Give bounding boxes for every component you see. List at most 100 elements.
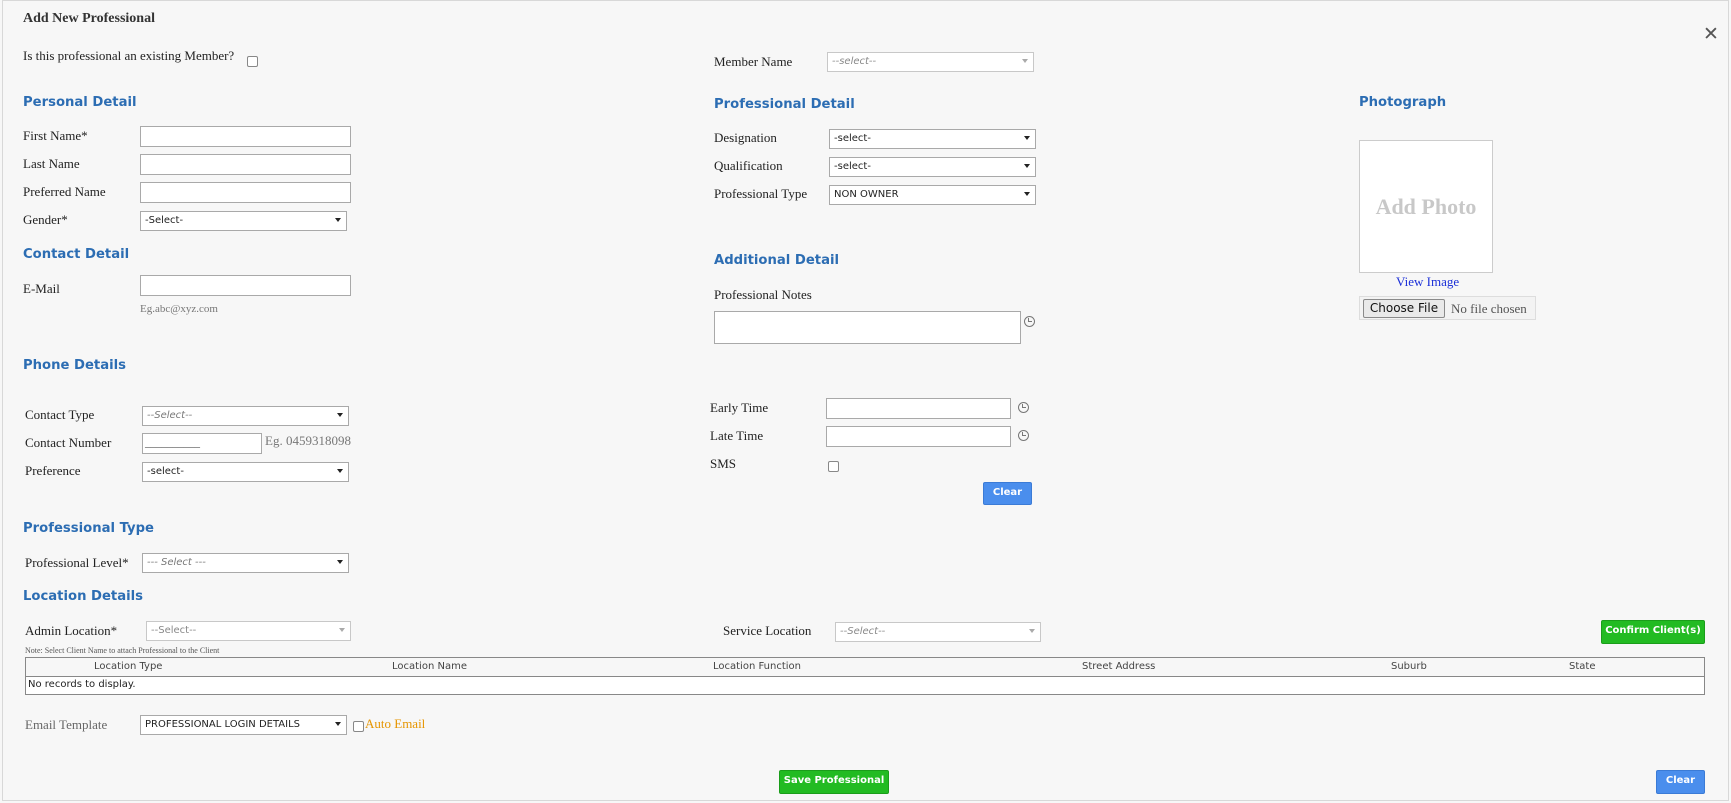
additional-detail-heading: Additional Detail: [714, 253, 840, 268]
last-name-input[interactable]: [140, 154, 351, 175]
designation-select[interactable]: -select-: [829, 129, 1036, 149]
chevron-down-icon: [1022, 59, 1028, 63]
last-name-label: Last Name: [23, 156, 80, 171]
close-icon[interactable]: ✕: [1703, 23, 1719, 45]
professional-detail-heading: Professional Detail: [714, 97, 855, 112]
contact-number-hint: Eg. 0459318098: [265, 433, 351, 448]
admin-location-label: Admin Location*: [25, 623, 118, 638]
preference-label: Preference: [25, 463, 81, 478]
late-time-input[interactable]: [826, 426, 1011, 447]
column-header[interactable]: Street Address: [1082, 661, 1155, 672]
existing-member-checkbox[interactable]: [247, 56, 258, 67]
column-header[interactable]: Location Name: [392, 661, 467, 672]
early-time-input[interactable]: [826, 398, 1011, 419]
locations-table: Location Type Location Name Location Fun…: [25, 657, 1705, 695]
professional-level-select[interactable]: --- Select ---: [142, 553, 349, 573]
column-header[interactable]: Location Type: [94, 661, 162, 672]
preferred-name-label: Preferred Name: [23, 184, 106, 199]
table-header: Location Type Location Name Location Fun…: [26, 658, 1704, 677]
professional-level-value: --- Select ---: [147, 557, 206, 568]
preference-select[interactable]: -select-: [142, 462, 349, 482]
qualification-value: -select-: [834, 161, 871, 172]
clock-icon[interactable]: [1024, 316, 1035, 327]
first-name-label: First Name*: [23, 128, 88, 143]
footer-clear-button[interactable]: Clear: [1656, 770, 1705, 794]
location-note: Note: Select Client Name to attach Profe…: [25, 646, 220, 655]
chevron-down-icon: [1024, 136, 1030, 140]
admin-location-value: --Select--: [151, 625, 197, 636]
contact-number-label: Contact Number: [25, 435, 112, 450]
chevron-down-icon: [335, 218, 341, 222]
service-location-select[interactable]: --Select--: [835, 622, 1041, 642]
chevron-down-icon: [339, 628, 345, 632]
email-hint: Eg.abc@xyz.com: [140, 303, 218, 315]
professional-level-label: Professional Level*: [25, 555, 129, 570]
location-details-heading: Location Details: [23, 589, 144, 604]
member-name-label: Member Name: [714, 54, 793, 69]
chevron-down-icon: [337, 413, 343, 417]
professional-type-heading: Professional Type: [23, 521, 154, 536]
email-template-select[interactable]: PROFESSIONAL LOGIN DETAILS: [140, 715, 347, 735]
chevron-down-icon: [337, 469, 343, 473]
auto-email-checkbox[interactable]: [353, 721, 364, 732]
chevron-down-icon: [335, 722, 341, 726]
sms-label: SMS: [710, 456, 737, 471]
service-location-value: --Select--: [840, 626, 886, 637]
email-input[interactable]: [140, 275, 351, 296]
email-template-value: PROFESSIONAL LOGIN DETAILS: [145, 719, 301, 730]
contact-type-label: Contact Type: [25, 407, 95, 422]
contact-type-select[interactable]: --Select--: [142, 406, 349, 426]
designation-value: -select-: [834, 133, 871, 144]
professional-type-select[interactable]: NON OWNER: [829, 185, 1036, 205]
late-time-label: Late Time: [710, 428, 764, 443]
column-header[interactable]: Suburb: [1391, 661, 1427, 672]
professional-type-label: Professional Type: [714, 186, 808, 201]
preferred-name-input[interactable]: [140, 182, 351, 203]
designation-label: Designation: [714, 130, 777, 145]
member-name-select[interactable]: --select--: [827, 52, 1034, 72]
chevron-down-icon: [1024, 192, 1030, 196]
personal-detail-heading: Personal Detail: [23, 95, 137, 110]
photograph-heading: Photograph: [1359, 95, 1447, 110]
qualification-select[interactable]: -select-: [829, 157, 1036, 177]
member-name-value: --select--: [832, 56, 877, 67]
confirm-clients-button[interactable]: Confirm Client(s): [1601, 620, 1705, 644]
sms-checkbox[interactable]: [828, 461, 839, 472]
phone-clear-button[interactable]: Clear: [983, 482, 1032, 505]
column-header[interactable]: Location Function: [713, 661, 801, 672]
existing-member-label: Is this professional an existing Member?: [23, 48, 235, 63]
phone-details-heading: Phone Details: [23, 358, 127, 373]
clock-icon[interactable]: [1018, 430, 1029, 441]
contact-number-input[interactable]: __________: [142, 433, 262, 454]
photo-placeholder: Add Photo: [1359, 140, 1493, 273]
professional-type-value: NON OWNER: [834, 189, 899, 200]
auto-email-label: Auto Email: [365, 716, 426, 731]
file-status: No file chosen: [1451, 301, 1527, 316]
first-name-input[interactable]: [140, 126, 351, 147]
gender-value: -Select-: [145, 215, 184, 226]
admin-location-select[interactable]: --Select--: [146, 621, 351, 641]
early-time-label: Early Time: [710, 400, 769, 415]
add-professional-dialog: Add New Professional ✕ Is this professio…: [2, 0, 1729, 801]
choose-file-button[interactable]: Choose File: [1363, 299, 1445, 318]
chevron-down-icon: [1024, 164, 1030, 168]
dialog-title: Add New Professional: [23, 11, 155, 26]
gender-label: Gender*: [23, 212, 68, 227]
professional-notes-textarea[interactable]: [714, 311, 1021, 344]
contact-detail-heading: Contact Detail: [23, 247, 130, 262]
contact-type-value: --Select--: [147, 410, 193, 421]
clock-icon[interactable]: [1018, 402, 1029, 413]
email-label: E-Mail: [23, 281, 60, 296]
chevron-down-icon: [337, 560, 343, 564]
qualification-label: Qualification: [714, 158, 783, 173]
view-image-link[interactable]: View Image: [1396, 274, 1459, 290]
preference-value: -select-: [147, 466, 184, 477]
service-location-label: Service Location: [723, 623, 812, 638]
gender-select[interactable]: -Select-: [140, 211, 347, 231]
save-professional-button[interactable]: Save Professional: [779, 770, 889, 794]
column-header[interactable]: State: [1569, 661, 1595, 672]
email-template-label: Email Template: [25, 717, 108, 732]
chevron-down-icon: [1029, 629, 1035, 633]
table-empty-message: No records to display.: [28, 679, 136, 690]
professional-notes-label: Professional Notes: [714, 287, 812, 302]
